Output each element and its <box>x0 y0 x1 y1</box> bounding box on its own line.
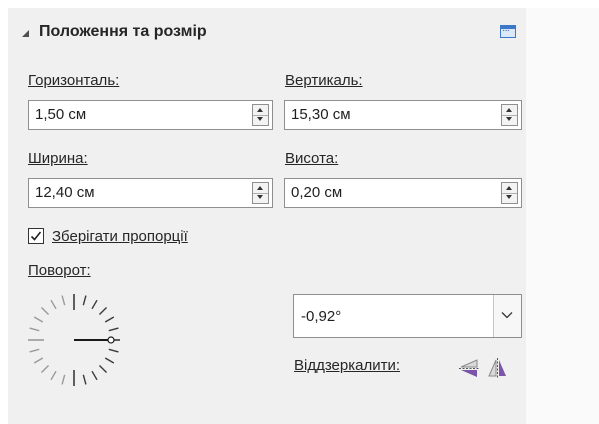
dial-tick <box>29 327 40 332</box>
spin-down-icon[interactable] <box>253 115 268 125</box>
dial-tick <box>108 327 119 332</box>
dial-tick <box>91 299 98 310</box>
rotation-combobox[interactable]: -0,92° <box>293 294 522 338</box>
dial-tick <box>82 295 87 306</box>
dial-tick <box>82 374 87 385</box>
horizontal-value[interactable]: 1,50 см <box>35 106 86 123</box>
height-spinbox[interactable]: 0,20 см <box>284 178 522 208</box>
spin-down-icon[interactable] <box>502 193 517 203</box>
collapse-triangle-icon[interactable] <box>22 29 29 37</box>
width-label: Ширина: <box>28 150 88 167</box>
rotation-label-text: Поворот: <box>28 262 91 279</box>
horizontal-label: Горизонталь: <box>28 72 119 89</box>
section-title: Положення та розмір <box>39 23 207 40</box>
spin-down-icon[interactable] <box>253 193 268 203</box>
vertical-value[interactable]: 15,30 см <box>291 106 351 123</box>
width-label-text: Ширина: <box>28 150 88 167</box>
dial-tick <box>61 295 66 306</box>
horizontal-spin-buttons <box>252 104 269 126</box>
dial-tick <box>29 348 40 353</box>
horizontal-label-text: Горизонталь: <box>28 72 120 89</box>
keep-ratio-label[interactable]: Зберігати пропорції <box>52 228 188 245</box>
flip-label-text: Віддзеркалити: <box>294 357 401 374</box>
dial-tick <box>33 316 44 323</box>
flip-horizontal-icon[interactable] <box>486 357 508 379</box>
dial-tick <box>33 357 44 364</box>
dial-handle[interactable] <box>107 336 115 344</box>
height-label: Висота: <box>285 150 338 167</box>
vertical-label: Вертикаль: <box>285 72 363 89</box>
workspace-area <box>526 8 599 424</box>
vertical-spinbox[interactable]: 15,30 см <box>284 100 522 130</box>
height-value[interactable]: 0,20 см <box>291 184 342 201</box>
dial-tick <box>108 348 119 353</box>
keep-ratio-label-text: Зберігати пропорції <box>52 228 188 245</box>
spin-down-icon[interactable] <box>502 115 517 125</box>
width-value[interactable]: 12,40 см <box>35 184 95 201</box>
rotation-label: Поворот: <box>28 262 91 279</box>
flip-label: Віддзеркалити: <box>294 357 400 374</box>
horizontal-spinbox[interactable]: 1,50 см <box>28 100 273 130</box>
dial-tick <box>91 370 98 381</box>
width-spinbox[interactable]: 12,40 см <box>28 178 273 208</box>
rotation-value[interactable]: -0,92° <box>301 308 341 325</box>
chevron-down-icon <box>501 312 513 319</box>
dial-tick <box>40 364 50 374</box>
keep-ratio-checkbox[interactable] <box>28 228 44 244</box>
dial-tick <box>50 299 57 310</box>
dial-tick <box>98 364 108 374</box>
width-spin-buttons <box>252 182 269 204</box>
dial-tick <box>50 370 57 381</box>
checkmark-icon <box>30 231 42 241</box>
rotation-dial-icon[interactable] <box>22 288 126 392</box>
dial-tick <box>61 374 66 385</box>
dial-tick <box>40 306 50 316</box>
height-spin-buttons <box>501 182 518 204</box>
dial-tick <box>104 357 115 364</box>
dial-tick <box>104 316 115 323</box>
vertical-spin-buttons <box>501 104 518 126</box>
section-header[interactable]: Положення та розмір <box>22 20 207 44</box>
rotation-dropdown-button[interactable] <box>493 295 521 337</box>
flip-vertical-icon[interactable] <box>458 357 480 379</box>
height-label-text: Висота: <box>285 150 339 167</box>
dial-tick <box>98 306 108 316</box>
vertical-label-text: Вертикаль: <box>285 72 363 89</box>
panel-options-icon[interactable] <box>500 25 516 38</box>
